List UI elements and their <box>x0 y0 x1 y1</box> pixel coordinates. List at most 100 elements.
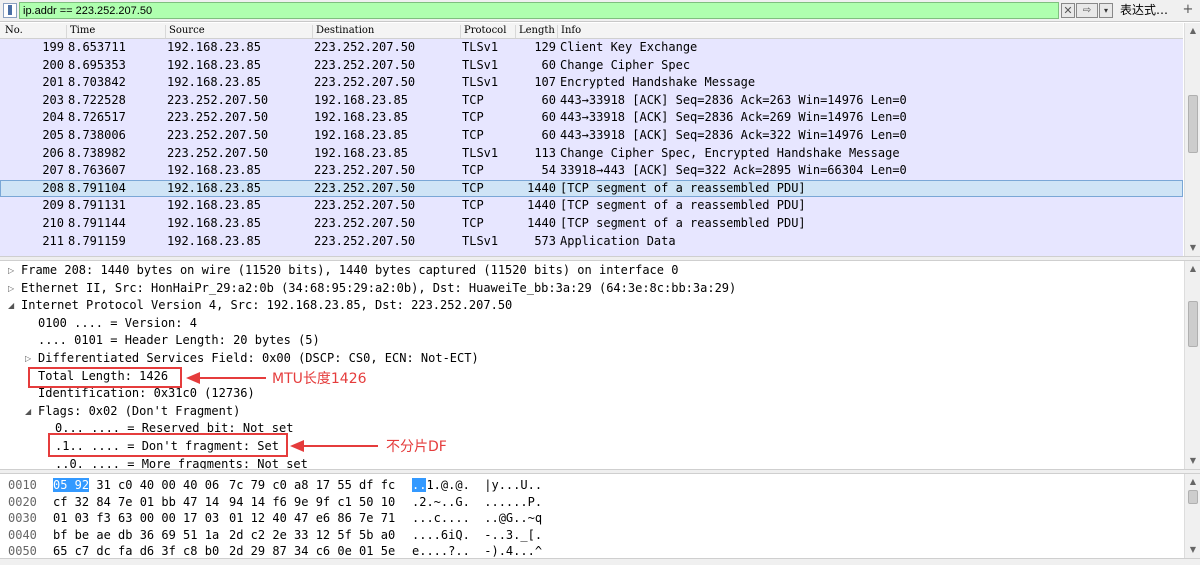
scroll-thumb[interactable] <box>1188 490 1198 504</box>
scroll-thumb[interactable] <box>1188 301 1198 347</box>
packet-cell-len: 54 <box>541 163 556 178</box>
packet-cell-dst: 223.252.207.50 <box>314 40 416 54</box>
packet-row[interactable]: 211 8.791159 192.168.23.85 223.252.207.50 TL… <box>0 233 1183 251</box>
packet-cell-time: 8.791104 <box>68 180 126 195</box>
detail-text: Flags: 0x02 (Don't Fragment) <box>38 403 241 418</box>
collapse-icon[interactable]: ◢ <box>25 403 35 421</box>
packet-row[interactable]: 203 8.722528 223.252.207.50 192.168.23.85 TC… <box>0 92 1183 110</box>
column-header-info[interactable]: Info <box>557 25 581 38</box>
packet-cell-dst: 223.252.207.50 <box>314 180 416 195</box>
packet-cell-time: 8.653711 <box>68 40 126 54</box>
packet-cell-no: 209 <box>42 198 64 213</box>
detail-row[interactable]: ▷ Frame 208: 1440 bytes on wire (11520 bi… <box>0 262 1183 280</box>
hex-bytes-group-2: 2d c2 2e 33 12 5f 5b a0 <box>229 527 396 542</box>
packet-cell-no: 201 <box>42 75 64 90</box>
packet-cell-no: 211 <box>42 233 64 248</box>
detail-row[interactable]: ◢ Internet Protocol Version 4, Src: 192.1… <box>0 297 1183 315</box>
byte-offset: 0050 <box>8 544 37 558</box>
scroll-thumb[interactable] <box>1188 95 1198 153</box>
column-header-source[interactable]: Source <box>165 25 205 38</box>
apply-filter-icon[interactable]: ⇨ <box>1076 3 1098 18</box>
scroll-up-icon[interactable]: ▲ <box>1185 474 1200 490</box>
packet-cell-info: [TCP segment of a reassembled PDU] <box>560 198 806 213</box>
packet-cell-dst: 223.252.207.50 <box>314 198 416 213</box>
packet-cell-time: 8.738982 <box>68 145 126 160</box>
details-scrollbar[interactable]: ▲ ▼ <box>1184 261 1200 469</box>
detail-row[interactable]: 0100 .... = Version: 4 <box>0 315 1183 333</box>
column-header-no[interactable]: No. <box>2 25 23 38</box>
packet-cell-proto: TCP <box>462 180 484 195</box>
ascii-bytes: .2.~..G. ......P. <box>412 494 542 511</box>
packet-row[interactable]: 206 8.738982 223.252.207.50 192.168.23.85 TL… <box>0 145 1183 163</box>
scroll-up-icon[interactable]: ▲ <box>1185 261 1200 277</box>
packet-row[interactable]: 200 8.695353 192.168.23.85 223.252.207.50 TL… <box>0 57 1183 75</box>
bookmark-icon[interactable] <box>3 3 17 18</box>
scroll-down-icon[interactable]: ▼ <box>1185 453 1200 469</box>
collapse-icon[interactable]: ◢ <box>8 297 18 315</box>
bytes-row[interactable]: 0010 05 92 31 c0 40 00 40 06 7c 79 c0 a8 1… <box>0 477 1183 494</box>
filter-history-dropdown-icon[interactable]: ▾ <box>1099 3 1113 18</box>
detail-row[interactable]: ◢ Flags: 0x02 (Don't Fragment) <box>0 403 1183 421</box>
packet-cell-info: Change Cipher Spec, Encrypted Handshake … <box>560 145 900 160</box>
column-header-length[interactable]: Length <box>515 25 555 38</box>
detail-row[interactable]: ▷ Differentiated Services Field: 0x00 (DS… <box>0 350 1183 368</box>
expression-button[interactable]: 表达式… <box>1120 3 1168 18</box>
bytes-scrollbar[interactable]: ▲ ▼ <box>1184 474 1200 558</box>
total-length-highlight-box <box>28 367 182 388</box>
packet-list-scrollbar[interactable]: ▲ ▼ <box>1184 23 1200 256</box>
packet-list-pane: No. Time Source Destination Protocol Len… <box>0 23 1200 256</box>
packet-row[interactable]: 201 8.703842 192.168.23.85 223.252.207.50 TL… <box>0 74 1183 92</box>
byte-offset: 0040 <box>8 527 37 542</box>
expand-icon[interactable]: ▷ <box>8 262 18 280</box>
scroll-up-icon[interactable]: ▲ <box>1185 23 1200 39</box>
detail-text: Ethernet II, Src: HonHaiPr_29:a2:0b (34:… <box>21 280 737 295</box>
packet-cell-info: Encrypted Handshake Message <box>560 75 756 90</box>
packet-cell-time: 8.703842 <box>68 75 126 90</box>
scroll-down-icon[interactable]: ▼ <box>1185 542 1200 558</box>
packet-cell-no: 206 <box>42 145 64 160</box>
hex-bytes-group-1: 65 c7 dc fa d6 3f c8 b0 <box>53 543 219 558</box>
bytes-row[interactable]: 0020 cf 32 84 7e 01 bb 47 14 94 14 f6 9e 9… <box>0 494 1183 511</box>
ascii-bytes: ..1.@.@. |y...U.. <box>412 477 542 494</box>
detail-row[interactable]: .... 0101 = Header Length: 20 bytes (5) <box>0 332 1183 350</box>
detail-row[interactable]: ▷ Ethernet II, Src: HonHaiPr_29:a2:0b (34… <box>0 280 1183 298</box>
packet-row[interactable]: 204 8.726517 223.252.207.50 192.168.23.85 TC… <box>0 109 1183 127</box>
byte-offset: 0020 <box>8 494 37 509</box>
packet-row[interactable]: 208 8.791104 192.168.23.85 223.252.207.50 TC… <box>0 179 1183 198</box>
packet-cell-info: Application Data <box>560 233 676 248</box>
packet-row[interactable]: 199 8.653711 192.168.23.85 223.252.207.50 TL… <box>0 39 1183 57</box>
clear-filter-icon[interactable]: ✕ <box>1061 3 1075 18</box>
detail-text: Frame 208: 1440 bytes on wire (11520 bit… <box>21 263 679 277</box>
display-filter-input[interactable]: ip.addr == 223.252.207.50 <box>19 2 1059 19</box>
packet-row[interactable]: 209 8.791131 192.168.23.85 223.252.207.50 TC… <box>0 197 1183 215</box>
packet-cell-len: 1440 <box>527 216 556 230</box>
annotation-arrow-line <box>198 377 266 379</box>
packet-cell-dst: 223.252.207.50 <box>314 216 416 230</box>
detail-row[interactable]: ..0. .... = More fragments: Not set <box>0 456 1183 469</box>
add-filter-button[interactable]: + <box>1180 3 1196 18</box>
expand-icon[interactable]: ▷ <box>25 350 35 368</box>
bytes-row[interactable]: 0050 65 c7 dc fa d6 3f c8 b0 2d 29 87 34 c… <box>0 543 1183 558</box>
byte-offset: 0010 <box>8 478 37 492</box>
expand-icon[interactable]: ▷ <box>8 280 18 298</box>
bytes-row[interactable]: 0040 bf be ae db 36 69 51 1a 2d c2 2e 33 1… <box>0 527 1183 544</box>
packet-cell-dst: 223.252.207.50 <box>314 163 416 178</box>
annotation-arrow-line <box>302 445 378 447</box>
packet-row[interactable]: 205 8.738006 223.252.207.50 192.168.23.85 TC… <box>0 127 1183 145</box>
df-annotation: 不分片DF <box>386 439 447 455</box>
packet-cell-no: 205 <box>42 128 64 142</box>
bytes-row[interactable]: 0030 01 03 f3 63 00 00 17 03 01 12 40 47 e… <box>0 510 1183 527</box>
packet-row[interactable]: 210 8.791144 192.168.23.85 223.252.207.50 TC… <box>0 215 1183 233</box>
detail-text: .... 0101 = Header Length: 20 bytes (5) <box>38 333 320 348</box>
packet-cell-len: 1440 <box>527 180 556 195</box>
packet-cell-proto: TCP <box>462 110 484 125</box>
packet-cell-no: 207 <box>42 163 64 178</box>
column-header-protocol[interactable]: Protocol <box>460 25 506 38</box>
hex-bytes-group-1: bf be ae db 36 69 51 1a <box>53 527 219 544</box>
column-header-destination[interactable]: Destination <box>312 25 374 38</box>
column-header-time[interactable]: Time <box>66 25 95 38</box>
packet-cell-proto: TCP <box>462 216 484 230</box>
detail-text: 0100 .... = Version: 4 <box>38 315 197 330</box>
scroll-down-icon[interactable]: ▼ <box>1185 240 1200 256</box>
packet-row[interactable]: 207 8.763607 192.168.23.85 223.252.207.50 TC… <box>0 162 1183 180</box>
